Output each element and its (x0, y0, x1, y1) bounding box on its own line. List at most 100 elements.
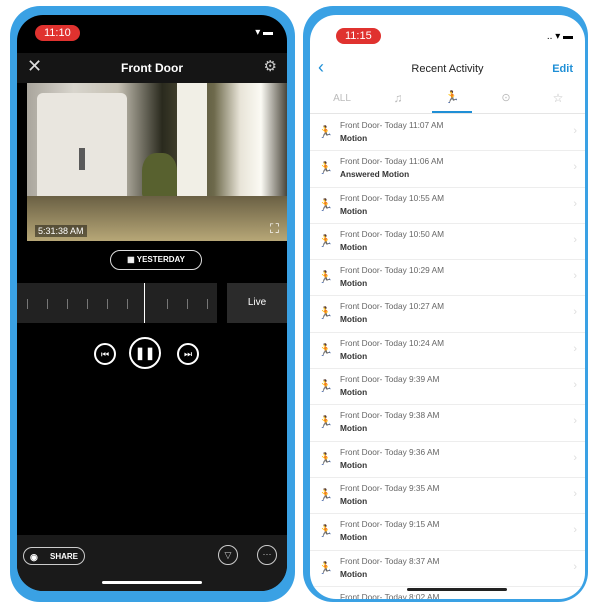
event-type: Motion (340, 278, 368, 289)
activity-row[interactable]: 🏃 Front Door- Today 9:39 AM Motion › (310, 369, 585, 406)
page-title: Front Door (121, 61, 183, 75)
next-button[interactable]: ⏭ (177, 343, 199, 365)
home-indicator (407, 588, 507, 591)
event-title: Front Door- Today 11:06 AM (340, 156, 444, 167)
motion-icon: 🏃 (318, 415, 333, 430)
date-selector-button[interactable]: ▦ YESTERDAY (110, 250, 202, 270)
active-tab-indicator (432, 111, 472, 113)
activity-row[interactable]: 🏃 Front Door- Today 10:24 AM Motion › (310, 333, 585, 370)
share-label: SHARE (49, 552, 78, 561)
event-timeline[interactable] (17, 283, 217, 323)
activity-row[interactable]: 🏃 Front Door- Today 9:35 AM Motion › (310, 478, 585, 515)
event-title: Front Door- Today 9:36 AM (340, 446, 440, 457)
camera-video-feed[interactable]: 5:31:38 AM ⛶ (27, 83, 287, 241)
status-icons: ▾ ▬ (255, 27, 273, 38)
timeline-playhead[interactable] (144, 283, 145, 323)
event-type: Motion (340, 133, 368, 143)
timeline-tick (67, 299, 68, 309)
chevron-right-icon: › (573, 560, 577, 573)
timeline-tick (27, 299, 28, 309)
motion-icon: 🏃 (318, 597, 333, 599)
event-type: Motion (340, 314, 368, 325)
event-type: Motion (340, 459, 368, 470)
nav-bar: ‹ Recent Activity Edit (310, 55, 585, 83)
more-icon: ··· (262, 549, 272, 559)
previous-button[interactable]: ⏮ (94, 343, 116, 365)
event-type: Motion (340, 205, 368, 216)
filter-icon: ▽ (224, 550, 232, 560)
tab-all[interactable]: ALL (322, 93, 362, 104)
live-view-header: ✕ Front Door ⚙ (17, 53, 287, 83)
filter-button[interactable]: ▽ (218, 545, 238, 565)
motion-icon: 🏃 (318, 270, 333, 285)
timeline-tick (207, 299, 208, 309)
live-view-screen: 11:10 ▾ ▬ ✕ Front Door ⚙ 5:31:38 AM ⛶ ▦ … (17, 15, 287, 591)
event-title: Front Door- Today 9:38 AM (340, 410, 440, 421)
more-button[interactable]: ··· (257, 545, 277, 565)
activity-row[interactable]: 🏃 Front Door- Today 8:37 AM Motion › (310, 551, 585, 587)
activity-row[interactable]: 🏃 Front Door- Today 9:38 AM Motion › (310, 405, 585, 442)
video-plant (142, 153, 177, 198)
gear-icon[interactable]: ⚙ (264, 57, 277, 75)
timeline-tick (167, 299, 168, 309)
motion-icon: 🏃 (318, 197, 333, 212)
chevron-right-icon: › (573, 415, 577, 428)
event-title: Front Door- Today 10:27 AM (340, 301, 445, 312)
timeline-tick (187, 299, 188, 309)
event-title: Front Door- Today 11:07 AM (340, 120, 444, 130)
motion-icon: 🏃 (318, 379, 333, 394)
event-title: Front Door- Today 10:55 AM (340, 192, 445, 203)
chevron-right-icon: › (573, 233, 577, 246)
event-title: Front Door- Today 10:24 AM (340, 337, 445, 348)
chevron-right-icon: › (573, 342, 577, 355)
activity-row[interactable]: 🏃 Front Door- Today 10:50 AM Motion › (310, 224, 585, 261)
chevron-right-icon: › (573, 270, 577, 283)
activity-row[interactable]: 🏃 Front Door- Today 11:06 AM Answered Moti… (310, 151, 585, 188)
skip-back-icon: ⏮ (100, 349, 110, 359)
live-button[interactable]: Live (227, 283, 287, 323)
bell-icon[interactable]: ♫ (378, 91, 418, 105)
event-title: Front Door- Today 9:39 AM (340, 374, 440, 385)
motion-icon: 🏃 (318, 125, 333, 139)
event-title: Front Door- Today 9:15 AM (340, 519, 440, 530)
event-type: Motion (340, 495, 368, 506)
event-title: Front Door- Today 10:50 AM (340, 228, 445, 239)
pause-button[interactable]: ❚❚ (129, 337, 161, 369)
activity-row[interactable]: 🏃 Front Door- Today 11:07 AM Motion › (310, 115, 585, 152)
video-door (37, 93, 127, 213)
fullscreen-icon[interactable]: ⛶ (270, 221, 279, 237)
star-icon[interactable]: ☆ (538, 91, 578, 105)
date-selector-label: YESTERDAY (136, 255, 185, 264)
play-icon[interactable]: ⊙ (486, 91, 526, 104)
edit-button[interactable]: Edit (552, 63, 573, 75)
chevron-right-icon: › (573, 597, 577, 599)
event-type: Motion (340, 568, 368, 579)
motion-icon: 🏃 (318, 342, 333, 357)
activity-row[interactable]: 🏃 Front Door- Today 10:29 AM Motion › (310, 260, 585, 297)
motion-icon[interactable]: 🏃 (432, 90, 472, 104)
motion-icon: 🏃 (318, 161, 333, 176)
activity-row[interactable]: 🏃 Front Door- Today 10:55 AM Motion › (310, 188, 585, 224)
chevron-right-icon: › (573, 379, 577, 392)
chevron-right-icon: › (573, 161, 577, 174)
home-indicator (102, 581, 202, 584)
event-type: Motion (340, 423, 368, 434)
share-button[interactable]: ◉ SHARE (23, 547, 85, 565)
motion-icon: 🏃 (318, 487, 333, 502)
timeline-tick (87, 299, 88, 309)
motion-icon: 🏃 (318, 451, 333, 466)
recent-activity-screen: 11:15 .. ▾ ▬ ‹ Recent Activity Edit ALL … (310, 15, 585, 599)
share-icon: ◉ (30, 552, 38, 562)
event-title: Front Door- Today 8:02 AM (340, 591, 440, 599)
pause-icon: ❚❚ (134, 346, 156, 360)
activity-row[interactable]: 🏃 Front Door- Today 10:27 AM Motion › (310, 296, 585, 333)
chevron-right-icon: › (573, 125, 577, 137)
activity-row[interactable]: 🏃 Front Door- Today 9:15 AM Motion › (310, 514, 585, 551)
status-time: 11:10 (35, 25, 80, 41)
activity-row[interactable]: 🏃 Front Door- Today 9:36 AM Motion › (310, 442, 585, 478)
chevron-right-icon: › (573, 306, 577, 319)
motion-icon: 🏃 (318, 306, 333, 321)
event-type: Answered Motion (340, 169, 410, 180)
timeline-tick (107, 299, 108, 309)
status-time: 11:15 (336, 28, 381, 44)
